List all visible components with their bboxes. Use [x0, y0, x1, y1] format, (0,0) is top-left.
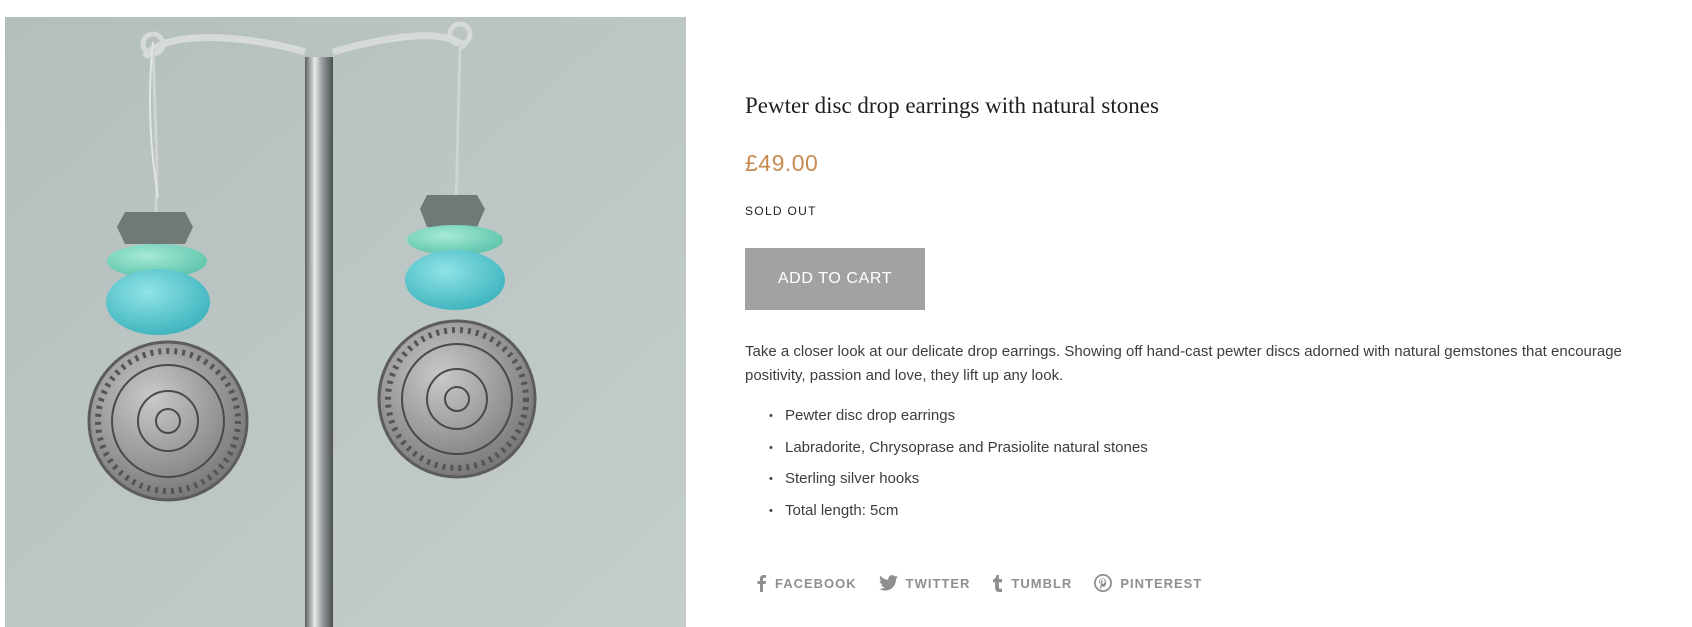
feature-item: Pewter disc drop earrings [769, 404, 1148, 436]
share-tumblr-label: TUMBLR [1011, 575, 1073, 591]
tumblr-icon [993, 575, 1003, 592]
share-twitter-link[interactable]: TWITTER [878, 575, 971, 591]
add-to-cart-button[interactable]: ADD TO CART [745, 248, 925, 310]
facebook-icon [757, 575, 766, 592]
share-twitter-label: TWITTER [905, 575, 971, 591]
product-image[interactable] [5, 17, 686, 627]
feature-item: Labradorite, Chrysoprase and Prasiolite … [769, 436, 1148, 468]
availability-label: SOLD OUT [745, 204, 817, 218]
share-facebook-link[interactable]: FACEBOOK [755, 574, 857, 592]
share-tumblr-link[interactable]: TUMBLR [992, 574, 1072, 592]
feature-item: Sterling silver hooks [769, 467, 1148, 499]
share-pinterest-link[interactable]: PINTEREST [1094, 574, 1202, 592]
product-price: £49.00 [745, 150, 819, 176]
feature-item: Total length: 5cm [769, 499, 1148, 531]
share-links: FACEBOOK TWITTER TUMBLR PINTEREST [755, 574, 1224, 592]
product-title: Pewter disc drop earrings with natural s… [745, 93, 1159, 118]
twitter-icon [878, 575, 898, 591]
feature-list: Pewter disc drop earrings Labradorite, C… [745, 404, 1148, 530]
share-pinterest-label: PINTEREST [1120, 575, 1203, 591]
pinterest-icon [1094, 574, 1113, 592]
share-facebook-label: FACEBOOK [775, 575, 857, 591]
product-description: Take a closer look at our delicate drop … [745, 343, 1622, 384]
